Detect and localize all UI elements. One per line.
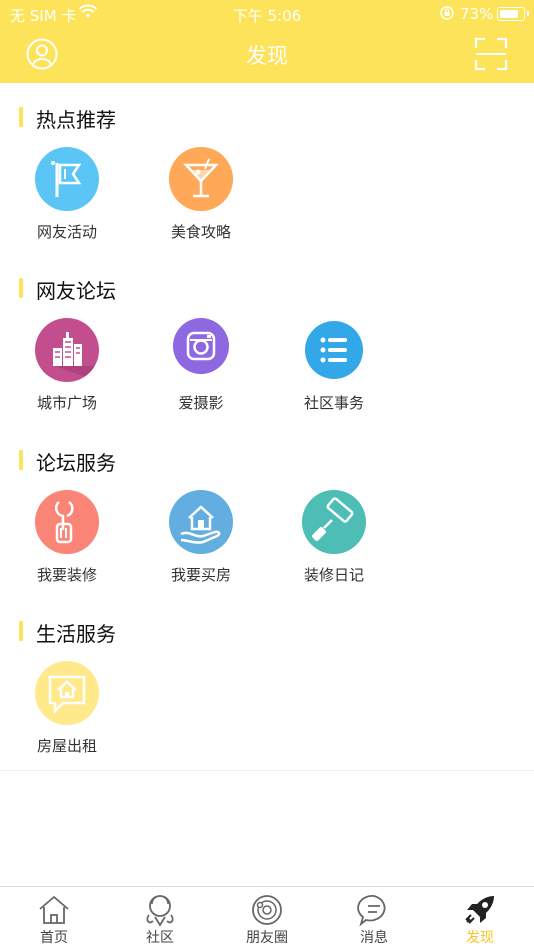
section-accent-bar [19,107,23,127]
item-photography[interactable]: 爱摄影 [151,318,251,418]
tab-label: 社区 [146,930,174,946]
moments-icon [250,893,284,927]
item-label: 装修日记 [303,566,364,584]
wrench-icon [35,490,99,554]
scan-icon [474,37,508,71]
tab-label: 消息 [360,930,388,946]
scan-button[interactable] [474,37,508,71]
item-house-rental[interactable]: 房屋出租 [17,661,117,761]
item-label: 房屋出租 [36,737,97,755]
section-accent-bar [19,278,23,298]
item-label: 网友活动 [36,223,97,241]
tab-messages[interactable]: 消息 [334,887,414,950]
section-title: 论坛服务 [36,451,116,475]
section-life-services: 生活服务 房屋出租 [0,618,534,768]
item-label: 美食攻略 [170,223,231,241]
section-netizen-forum: 网友论坛 城市广场 爱摄影 社区事务 [0,275,534,425]
item-community-affairs[interactable]: 社区事务 [284,318,384,418]
tab-bar: 首页 社区 朋友圈 消息 发现 [0,886,534,950]
tab-home[interactable]: 首页 [14,887,94,950]
item-renovation[interactable]: 我要装修 [17,490,117,590]
orientation-lock-icon [440,5,454,25]
item-label: 社区事务 [303,394,364,412]
battery-percent: 73% [460,5,494,23]
house-hand-icon [169,490,233,554]
content-divider [0,770,534,771]
battery-icon [497,7,529,21]
home-icon [37,893,71,927]
item-buy-house[interactable]: 我要买房 [151,490,251,590]
item-label: 我要买房 [170,566,231,584]
list-icon [305,321,363,379]
section-accent-bar [19,621,23,641]
header: 无 SIM 卡 下午 5:06 73% 发现 [0,0,534,83]
section-accent-bar [19,450,23,470]
tab-label: 首页 [40,930,68,946]
message-icon [357,893,391,927]
house-chat-icon [35,661,99,725]
tab-discover[interactable]: 发现 [440,887,520,950]
buildings-icon [35,318,99,382]
camera-icon [173,318,229,374]
tab-label: 朋友圈 [246,930,288,946]
rocket-icon [463,893,497,927]
section-title: 网友论坛 [36,279,116,303]
paint-roller-icon [302,490,366,554]
section-forum-services: 论坛服务 我要装修 我要买房 装修日记 [0,447,534,597]
item-label: 我要装修 [36,566,97,584]
item-renovation-diary[interactable]: 装修日记 [284,490,384,590]
section-hot-recommend: 热点推荐 网友活动 美食攻略 [0,104,534,254]
item-label: 城市广场 [36,394,97,412]
section-title: 热点推荐 [36,108,116,132]
tab-moments[interactable]: 朋友圈 [227,887,307,950]
cocktail-icon [169,147,233,211]
status-bar: 无 SIM 卡 下午 5:06 73% [0,0,534,28]
tab-community[interactable]: 社区 [120,887,200,950]
section-title: 生活服务 [36,622,116,646]
tab-label: 发现 [466,930,494,946]
flag-icon [35,147,99,211]
page-title: 发现 [246,44,288,68]
item-food-guide[interactable]: 美食攻略 [151,147,251,247]
item-netizen-activity[interactable]: 网友活动 [17,147,117,247]
community-icon [143,893,177,927]
item-city-square[interactable]: 城市广场 [17,318,117,418]
item-label: 爱摄影 [178,394,224,412]
